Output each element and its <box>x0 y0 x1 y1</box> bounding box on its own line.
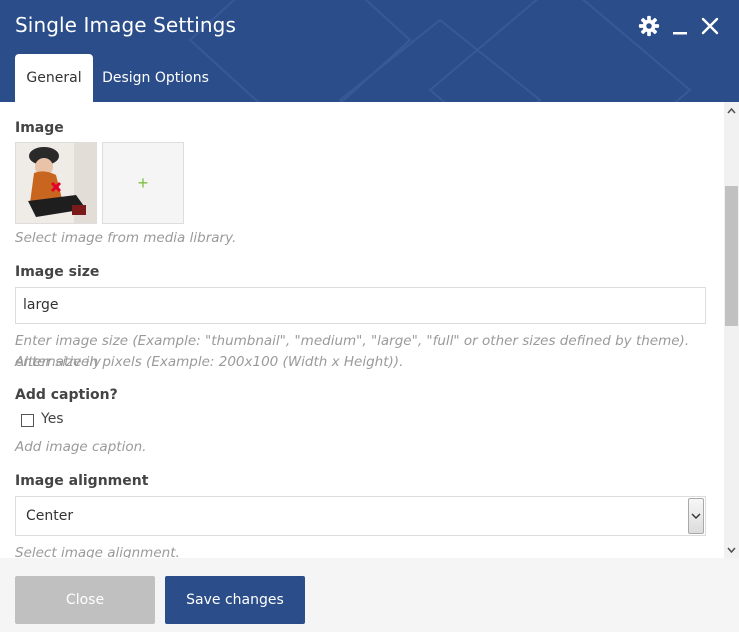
close-icon <box>701 17 719 35</box>
image-alignment-select[interactable]: Center <box>15 496 706 536</box>
save-changes-button[interactable]: Save changes <box>165 576 305 624</box>
add-caption-label: Add caption? <box>15 387 118 403</box>
minimize-button[interactable] <box>668 14 692 38</box>
scrollbar-thumb[interactable] <box>725 186 738 326</box>
chevron-up-icon <box>727 107 736 113</box>
tab-general[interactable]: General <box>15 54 93 102</box>
close-button[interactable]: Close <box>15 576 155 624</box>
minimize-icon <box>673 32 687 35</box>
image-alignment-value: Center <box>26 508 74 524</box>
add-caption-help: Add image caption. <box>15 439 147 455</box>
scroll-up-arrow[interactable] <box>724 102 739 119</box>
content-scrollbar[interactable] <box>724 102 739 558</box>
add-image-button[interactable]: + <box>102 142 184 224</box>
image-label: Image <box>15 120 64 136</box>
photo-preview <box>16 143 96 223</box>
dialog-footer: Close Save changes <box>0 558 739 632</box>
image-help: Select image from media library. <box>15 230 237 246</box>
close-dialog-button[interactable] <box>698 14 722 38</box>
scroll-down-arrow[interactable] <box>724 541 739 558</box>
image-size-help-2: enter size in pixels (Example: 200x100 (… <box>15 354 404 370</box>
image-size-input[interactable]: large <box>15 287 706 324</box>
chevron-down-icon <box>688 498 704 534</box>
plus-icon: + <box>137 172 149 193</box>
caption-checkbox[interactable] <box>21 414 34 427</box>
gear-icon <box>638 15 660 37</box>
dialog-title: Single Image Settings <box>15 13 236 37</box>
image-size-label: Image size <box>15 264 100 280</box>
image-thumbnail[interactable] <box>15 142 97 224</box>
image-alignment-label: Image alignment <box>15 473 149 489</box>
settings-button[interactable] <box>637 14 661 38</box>
image-alignment-help: Select image alignment. <box>15 545 180 558</box>
chevron-down-icon <box>727 547 736 553</box>
caption-checkbox-label[interactable]: Yes <box>41 411 64 427</box>
dialog-header: Single Image Settings General Design Opt… <box>0 0 739 102</box>
settings-panel: Image + Select image from media library.… <box>0 102 724 558</box>
tab-design-options[interactable]: Design Options <box>98 54 213 102</box>
